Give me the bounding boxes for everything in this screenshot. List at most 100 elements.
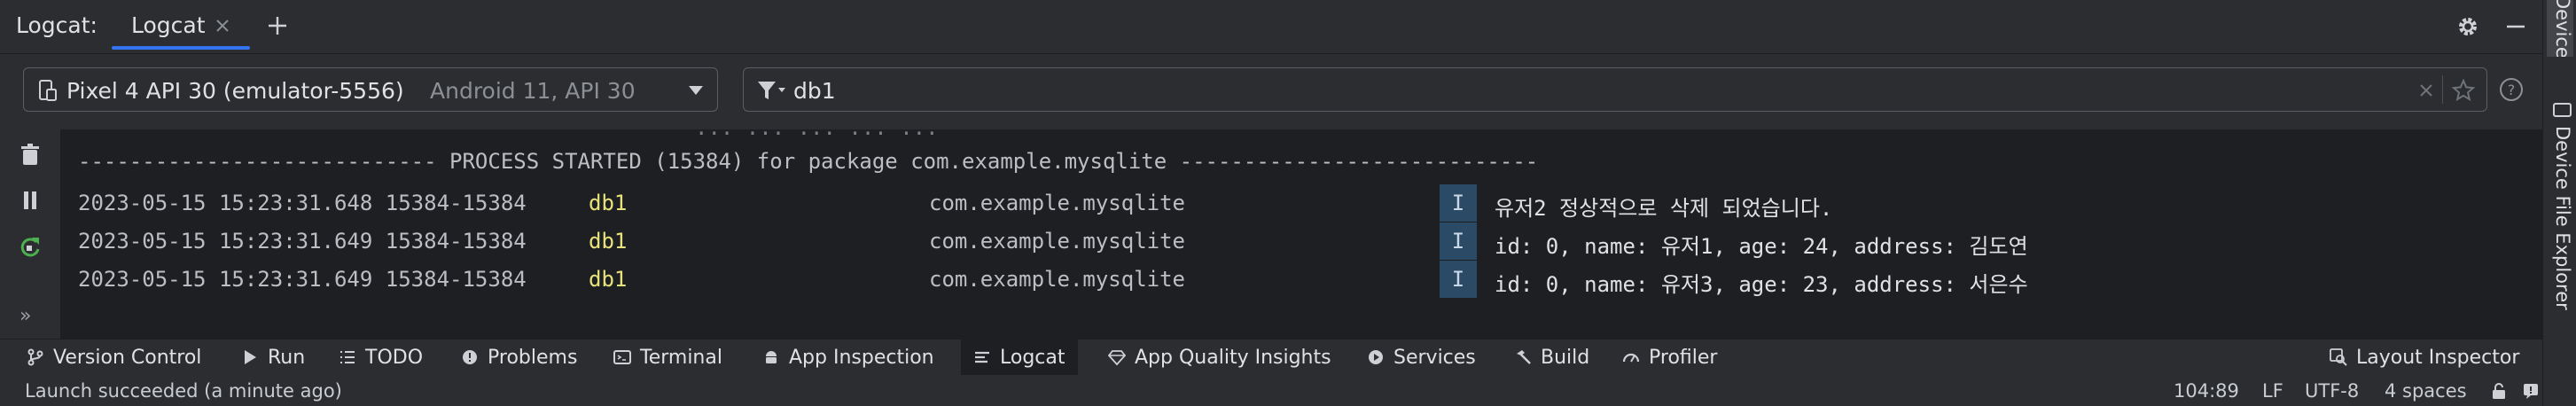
clear-filter-icon[interactable] xyxy=(2417,82,2435,99)
problems-icon xyxy=(461,348,479,366)
process-started-line: ---------------------------- PROCESS STA… xyxy=(78,149,1539,174)
star-icon[interactable] xyxy=(2451,78,2476,103)
logcat-actions: » xyxy=(0,129,60,339)
log-timestamp: 2023-05-15 15:23:31.649 15384-15384 xyxy=(78,229,527,254)
close-icon[interactable] xyxy=(213,16,232,35)
status-message[interactable]: Launch succeeded (a minute ago) xyxy=(25,380,342,402)
caret-position[interactable]: 104:89 xyxy=(2174,380,2239,402)
log-row[interactable]: 2023-05-15 15:23:31.649 15384-15384 db1 … xyxy=(60,261,2542,298)
right-tool-strip: Devices Device File Explorer xyxy=(2542,0,2576,406)
svg-text:?: ? xyxy=(2508,82,2516,98)
devices-tool-tab-label: Devices xyxy=(2552,0,2573,57)
tab-logcat-label: Logcat xyxy=(131,12,206,38)
tab-run[interactable]: Run xyxy=(241,340,305,375)
bottom-tool-tabs: Version Control Run TODO Problems Termin… xyxy=(0,339,2542,375)
notifications-icon[interactable] xyxy=(2521,381,2541,401)
tab-version-control[interactable]: Version Control xyxy=(27,340,201,375)
log-package: com.example.mysqlite xyxy=(929,229,1185,254)
more-actions-icon[interactable]: » xyxy=(20,305,31,327)
android-icon xyxy=(762,348,780,366)
filter-divider xyxy=(2442,75,2443,104)
gauge-icon xyxy=(1622,348,1640,366)
log-package: com.example.mysqlite xyxy=(929,191,1185,215)
devices-tool-tab[interactable]: Devices xyxy=(2547,0,2573,57)
log-row[interactable]: 2023-05-15 15:23:31.649 15384-15384 db1 … xyxy=(60,223,2542,260)
phone-icon xyxy=(2552,99,2573,121)
lock-icon[interactable] xyxy=(2489,381,2509,401)
tab-todo[interactable]: TODO xyxy=(339,340,423,375)
line-separator[interactable]: LF xyxy=(2262,380,2283,402)
terminal-icon xyxy=(613,348,631,366)
minimize-icon[interactable] xyxy=(2503,14,2528,39)
tab-app-quality-insights[interactable]: App Quality Insights xyxy=(1108,340,1331,375)
active-tab-indicator xyxy=(112,46,250,50)
status-bar: Launch succeeded (a minute ago) 104:89 L… xyxy=(0,375,2542,406)
device-file-explorer-label: Device File Explorer xyxy=(2552,126,2573,310)
tab-profiler-label: Profiler xyxy=(1649,346,1718,369)
tab-todo-label: TODO xyxy=(365,346,424,369)
logcat-icon xyxy=(973,348,991,366)
tool-window-header: Logcat: Logcat xyxy=(0,0,2542,54)
device-file-explorer-tool-tab[interactable]: Device File Explorer xyxy=(2547,99,2573,321)
log-message: id: 0, name: 유저1, age: 24, address: 김도연 xyxy=(1495,234,2028,259)
device-selector[interactable]: Pixel 4 API 30 (emulator-5556) Android 1… xyxy=(23,67,718,112)
tab-logcat[interactable]: Logcat xyxy=(112,0,250,53)
tab-terminal[interactable]: Terminal xyxy=(613,340,722,375)
tab-problems[interactable]: Problems xyxy=(461,340,577,375)
help-icon[interactable]: ? xyxy=(2498,76,2525,103)
device-api-label: Android 11, API 30 xyxy=(430,78,636,104)
device-name: Pixel 4 API 30 (emulator-5556) xyxy=(66,78,404,104)
tab-profiler[interactable]: Profiler xyxy=(1622,340,1717,375)
hammer-icon xyxy=(1514,348,1532,366)
tab-problems-label: Problems xyxy=(488,346,578,369)
log-partial-line: ... ... ... ... ... xyxy=(695,129,939,140)
log-package: com.example.mysqlite xyxy=(929,267,1185,292)
logcat-toolbar: Pixel 4 API 30 (emulator-5556) Android 1… xyxy=(0,54,2542,129)
tab-build-label: Build xyxy=(1541,346,1590,369)
log-row[interactable]: 2023-05-15 15:23:31.648 15384-15384 db1 … xyxy=(60,184,2542,222)
services-icon xyxy=(1367,348,1385,366)
tab-app-quality-insights-label: App Quality Insights xyxy=(1135,346,1331,369)
chevron-down-icon xyxy=(687,83,705,98)
log-level-badge: I xyxy=(1440,261,1477,298)
log-tag: db1 xyxy=(589,191,628,215)
list-icon xyxy=(339,348,356,366)
restart-icon[interactable] xyxy=(18,234,43,259)
device-phone-icon xyxy=(36,79,58,102)
tab-layout-inspector[interactable]: Layout Inspector xyxy=(2330,340,2519,375)
logcat-filter-input[interactable]: db1 xyxy=(743,67,2487,112)
log-level-badge: I xyxy=(1440,223,1477,260)
tab-app-inspection[interactable]: App Inspection xyxy=(762,340,934,375)
tab-app-inspection-label: App Inspection xyxy=(789,346,934,369)
log-message: 유저2 정상적으로 삭제 되었습니다. xyxy=(1495,196,1833,221)
log-timestamp: 2023-05-15 15:23:31.648 15384-15384 xyxy=(78,191,527,215)
run-icon xyxy=(241,348,259,366)
branch-icon xyxy=(27,348,44,366)
tab-terminal-label: Terminal xyxy=(640,346,722,369)
indent-setting[interactable]: 4 spaces xyxy=(2385,380,2467,402)
tab-run-label: Run xyxy=(268,346,306,369)
diamond-icon xyxy=(1108,348,1126,366)
logcat-output[interactable]: ... ... ... ... ... --------------------… xyxy=(60,129,2542,339)
log-tag: db1 xyxy=(589,229,628,254)
tab-layout-inspector-label: Layout Inspector xyxy=(2356,346,2520,369)
tab-services-label: Services xyxy=(1393,346,1476,369)
pause-icon[interactable] xyxy=(18,188,43,213)
tool-window-title: Logcat: xyxy=(16,12,98,38)
file-encoding[interactable]: UTF-8 xyxy=(2305,380,2359,402)
tab-logcat-bottom[interactable]: Logcat xyxy=(961,340,1078,375)
log-tag: db1 xyxy=(589,267,628,292)
log-level-badge: I xyxy=(1440,184,1477,222)
add-tab-icon[interactable] xyxy=(266,14,289,37)
tab-version-control-label: Version Control xyxy=(53,346,202,369)
filter-icon[interactable] xyxy=(756,79,786,102)
tab-services[interactable]: Services xyxy=(1367,340,1476,375)
log-timestamp: 2023-05-15 15:23:31.649 15384-15384 xyxy=(78,267,527,292)
gear-icon[interactable] xyxy=(2455,14,2480,39)
tab-build[interactable]: Build xyxy=(1514,340,1589,375)
trash-icon[interactable] xyxy=(18,142,43,167)
layout-inspector-icon xyxy=(2330,348,2347,366)
log-message: id: 0, name: 유저3, age: 23, address: 서은수 xyxy=(1495,272,2028,297)
tab-logcat-bottom-label: Logcat xyxy=(1000,346,1066,369)
filter-query: db1 xyxy=(793,78,836,104)
